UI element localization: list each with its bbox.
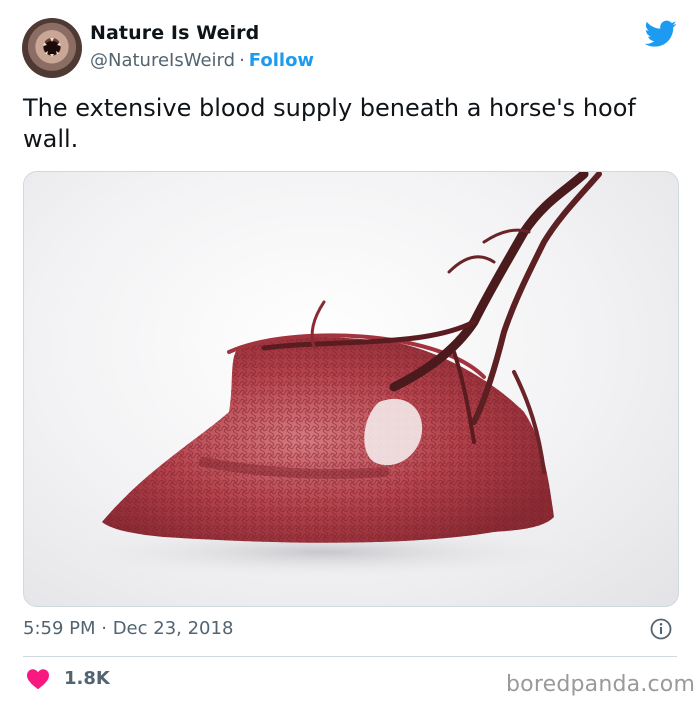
tweet-timestamp[interactable]: 5:59 PM · Dec 23, 2018 xyxy=(23,618,233,639)
follow-button[interactable]: Follow xyxy=(249,50,314,71)
divider xyxy=(23,656,677,657)
like-count[interactable]: 1.8K xyxy=(64,668,110,689)
heart-icon[interactable] xyxy=(26,668,50,690)
avatar[interactable] xyxy=(22,18,82,78)
watermark: boredpanda.com xyxy=(506,672,696,697)
tweet-text: The extensive blood supply beneath a hor… xyxy=(23,94,636,153)
author-handle-row: @NatureIsWeird · Follow xyxy=(90,50,314,71)
author-name[interactable]: Nature Is Weird xyxy=(90,22,259,44)
author-handle[interactable]: @NatureIsWeird xyxy=(90,50,235,71)
twitter-bird-icon[interactable] xyxy=(644,20,677,48)
tweet-card: Nature Is Weird @NatureIsWeird · Follow Th… xyxy=(0,0,700,708)
separator-dot: · xyxy=(239,50,245,71)
tweet-image[interactable] xyxy=(23,171,679,607)
info-icon[interactable] xyxy=(650,618,672,640)
